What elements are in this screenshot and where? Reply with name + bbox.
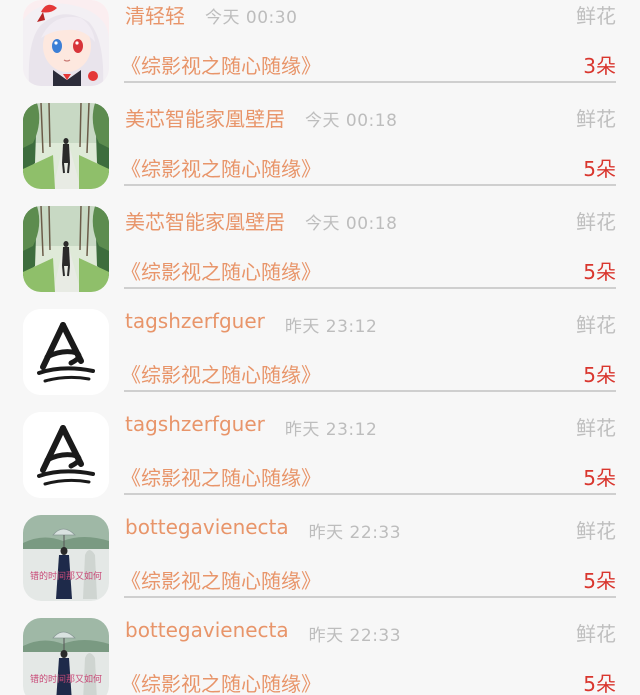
gift-type-label: 鲜花 [576,4,616,28]
gift-type-label: 鲜花 [576,107,616,131]
gift-type-label: 鲜花 [576,313,616,337]
list-item[interactable]: 美芯智能家凰壁居 今天 00:18 鲜花《综影视之随心随缘》 5朵 [0,186,640,292]
avatar-caption-text: 错的时间那又如何 [30,570,102,582]
brush-logo-avatar-icon[interactable] [23,309,109,395]
book-title-link[interactable]: 《综影视之随心随缘》 [121,256,321,285]
avatar-caption-text: 错的时间那又如何 [30,673,102,685]
forest-path-avatar-icon[interactable] [23,103,109,189]
gift-type-label: 鲜花 [576,416,616,440]
gift-count: 5朵 [583,569,616,593]
gift-count: 5朵 [583,157,616,181]
user-name[interactable]: bottegavienecta [125,618,289,642]
gift-count: 5朵 [583,672,616,695]
user-name[interactable]: tagshzerfguer [125,412,265,436]
list-item[interactable]: tagshzerfguer 昨天 23:12 鲜花《综影视之随心随缘》 5朵 [0,289,640,395]
list-item[interactable]: tagshzerfguer 昨天 23:12 鲜花《综影视之随心随缘》 5朵 [0,392,640,498]
user-name[interactable]: 美芯智能家凰壁居 [125,103,285,132]
gift-count: 3朵 [583,54,616,78]
user-name[interactable]: 清轻轻 [125,0,185,29]
timestamp: 今天 00:18 [305,214,398,234]
gift-type-label: 鲜花 [576,210,616,234]
book-title-link[interactable]: 《综影视之随心随缘》 [121,462,321,491]
user-name[interactable]: 美芯智能家凰壁居 [125,206,285,235]
gift-type-label: 鲜花 [576,519,616,543]
book-title-link[interactable]: 《综影视之随心随缘》 [121,153,321,182]
gift-count: 5朵 [583,466,616,490]
anime-avatar-icon[interactable] [23,0,109,86]
brush-logo-avatar-icon[interactable] [23,412,109,498]
book-title-link[interactable]: 《综影视之随心随缘》 [121,565,321,594]
timestamp: 昨天 23:12 [284,420,378,440]
timestamp: 昨天 23:12 [284,317,378,337]
list-item[interactable]: 美芯智能家凰壁居 今天 00:18 鲜花《综影视之随心随缘》 5朵 [0,83,640,189]
timestamp: 昨天 22:33 [308,523,402,543]
book-title-link[interactable]: 《综影视之随心随缘》 [121,359,321,388]
gift-type-label: 鲜花 [576,622,616,646]
user-name[interactable]: tagshzerfguer [125,309,265,333]
forest-path-avatar-icon[interactable] [23,206,109,292]
user-name[interactable]: bottegavienecta [125,515,289,539]
umbrella-girl-avatar-icon[interactable]: 错的时间那又如何 [23,618,109,695]
book-title-link[interactable]: 《综影视之随心随缘》 [121,668,321,695]
list-item[interactable]: 错的时间那又如何 bottegavienecta 昨天 22:33 鲜花《综影视之随… [0,598,640,695]
list-item[interactable]: 清轻轻 今天 00:30 鲜花《综影视之随心随缘》 3朵 [0,0,640,86]
gift-list: 清轻轻 今天 00:30 鲜花 《综影视之随心随缘》 3朵 美芯智能家凰壁居 今天 00:… [0,0,640,695]
timestamp: 昨天 22:33 [308,626,402,646]
gift-count: 5朵 [583,260,616,284]
book-title-link[interactable]: 《综影视之随心随缘》 [121,50,321,79]
timestamp: 今天 00:18 [305,111,398,131]
list-item[interactable]: 错的时间那又如何 bottegavienecta 昨天 22:33 鲜花《综影视之随… [0,495,640,601]
umbrella-girl-avatar-icon[interactable]: 错的时间那又如何 [23,515,109,601]
gift-count: 5朵 [583,363,616,387]
timestamp: 今天 00:30 [205,8,298,28]
